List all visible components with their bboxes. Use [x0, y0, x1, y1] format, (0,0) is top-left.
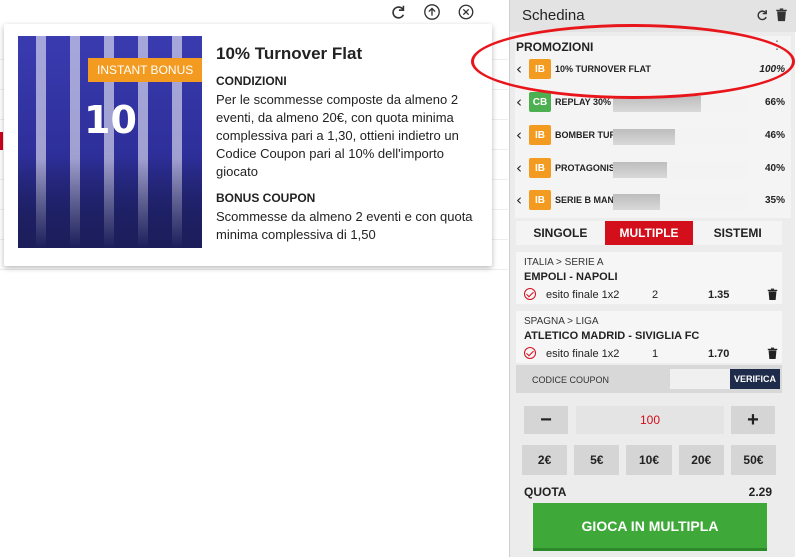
promotion-popup: 10 INSTANT BONUS 10% Turnover Flat CONDI… [4, 24, 492, 266]
bet-item: SPAGNA > LIGA ATLETICO MADRID - SIVIGLIA… [516, 311, 782, 363]
promotion-percent: 40% [764, 163, 785, 174]
bonus-coupon-text: Scommesse da almeno 2 eventi e con quota… [216, 209, 473, 242]
bet-market: esito finale 1x2 [546, 289, 620, 301]
background-accent-mark [0, 132, 3, 150]
tab-multiple[interactable]: MULTIPLE [604, 221, 694, 245]
quick-amount-button[interactable]: 10€ [626, 445, 672, 475]
chevron-left-icon[interactable]: ‹ [516, 191, 522, 209]
promotion-image: 10 INSTANT BONUS [18, 36, 202, 248]
bet-type-tabs: SINGOLE MULTIPLE SISTEMI [516, 221, 782, 245]
promotion-body: CONDIZIONI Per le scommesse composte da … [216, 74, 484, 254]
coupon-code-input[interactable] [670, 369, 730, 389]
instant-bonus-badge: INSTANT BONUS [88, 58, 202, 82]
quick-amount-button[interactable]: 50€ [730, 445, 777, 475]
bet-selection: 2 [652, 289, 659, 301]
promotion-row[interactable]: ‹ IB BOMBER TURNOVER 20% 46% [513, 124, 789, 148]
promotion-badge: IB [529, 190, 551, 210]
quick-amounts: 2€ 5€ 10€ 20€ 50€ [522, 445, 777, 475]
conditions-heading: CONDIZIONI [216, 74, 287, 88]
bet-league: ITALIA > SERIE A [524, 257, 604, 268]
upload-icon[interactable] [422, 2, 442, 22]
betslip-header-icons [755, 8, 788, 27]
jersey-number: 10 [84, 98, 137, 142]
tab-sistemi[interactable]: SISTEMI [693, 221, 782, 245]
promotion-name: REPLAY 30% [555, 97, 612, 107]
quota-label: QUOTA [524, 485, 567, 499]
bet-event: ATLETICO MADRID - SIVIGLIA FC [524, 330, 700, 342]
promotion-progress-fill [613, 129, 675, 145]
promotion-percent: 46% [764, 130, 785, 141]
promotion-progress-fill [613, 162, 667, 178]
play-multiple-button[interactable]: GIOCA IN MULTIPLA [533, 503, 767, 551]
stake-input[interactable]: 100 [576, 406, 724, 434]
tab-singole[interactable]: SINGOLE [516, 221, 605, 245]
promotion-row[interactable]: ‹ IB SERIE B MANIA 35% [513, 189, 789, 213]
coupon-label: CODICE COUPON [532, 375, 610, 385]
promotion-badge: IB [529, 125, 551, 145]
quota-value: 2.29 [748, 485, 772, 499]
bet-odds: 1.35 [708, 289, 730, 301]
coupon-row: CODICE COUPON VERIFICA [516, 365, 782, 393]
chevron-left-icon[interactable]: ‹ [516, 93, 522, 111]
promotion-progress [613, 129, 747, 145]
quick-amount-button[interactable]: 20€ [678, 445, 724, 475]
bet-league: SPAGNA > LIGA [524, 316, 599, 327]
refresh-icon[interactable] [388, 2, 408, 22]
check-circle-icon[interactable] [524, 347, 536, 359]
chevron-left-icon[interactable]: ‹ [516, 159, 522, 177]
promotion-title: 10% Turnover Flat [216, 44, 363, 63]
bonus-coupon-heading: BONUS COUPON [216, 191, 316, 205]
promotion-progress [613, 162, 747, 178]
trash-icon[interactable] [767, 288, 778, 306]
promotion-badge: IB [529, 158, 551, 178]
image-fade [18, 158, 202, 248]
decrease-stake-button[interactable]: − [524, 406, 568, 434]
bet-event: EMPOLI - NAPOLI [524, 271, 618, 283]
betslip-title: Schedina [522, 7, 585, 24]
trash-icon[interactable] [767, 347, 778, 365]
bet-selection: 1 [652, 348, 659, 360]
trash-icon[interactable] [775, 8, 788, 27]
promotion-row[interactable]: ‹ IB PROTAGONIST... A 40% [513, 157, 789, 181]
verify-button[interactable]: VERIFICA [730, 369, 780, 389]
close-icon[interactable] [456, 2, 476, 22]
quick-amount-button[interactable]: 5€ [574, 445, 620, 475]
promotion-percent: 35% [764, 195, 785, 206]
chevron-left-icon[interactable]: ‹ [516, 126, 522, 144]
refresh-icon[interactable] [755, 8, 769, 27]
check-circle-icon[interactable] [524, 288, 536, 300]
popup-toolbar [388, 2, 476, 22]
promotion-progress-fill [613, 194, 660, 210]
quick-amount-button[interactable]: 2€ [522, 445, 568, 475]
conditions-text: Per le scommesse composte da almeno 2 ev… [216, 92, 459, 179]
bet-item: ITALIA > SERIE A EMPOLI - NAPOLI esito f… [516, 252, 782, 304]
promotion-badge: CB [529, 92, 551, 112]
bet-odds: 1.70 [708, 348, 730, 360]
highlight-annotation [471, 24, 795, 99]
increase-stake-button[interactable]: + [731, 406, 775, 434]
promotion-percent: 66% [764, 97, 785, 108]
promotion-progress [613, 194, 747, 210]
bet-market: esito finale 1x2 [546, 348, 620, 360]
